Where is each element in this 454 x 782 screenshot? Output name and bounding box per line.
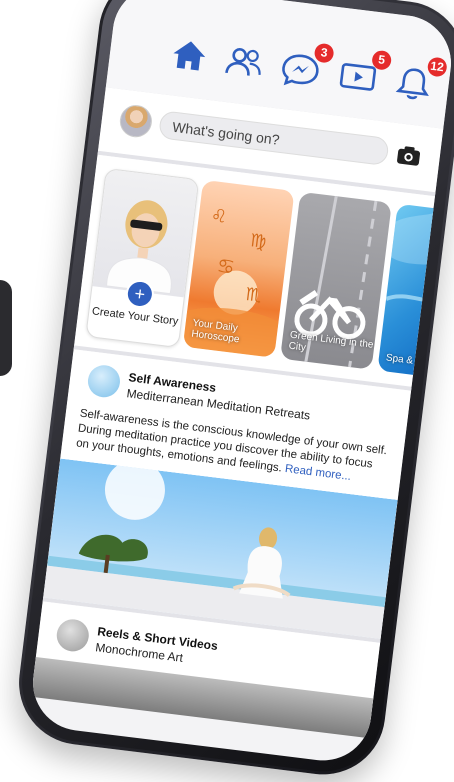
story-card-horoscope[interactable]: ♌ ♍ ♋ ♏ Your Daily Horoscope <box>182 179 295 358</box>
phone-screen: 3 5 12 What's going on? + Create Your St… <box>27 0 454 766</box>
post-self-awareness: Self Awareness Mediterranean Meditation … <box>42 349 412 643</box>
left-decor <box>0 280 12 376</box>
video-icon[interactable]: 5 <box>335 49 393 99</box>
camera-icon[interactable] <box>394 143 422 168</box>
reels-avatar[interactable] <box>54 617 91 654</box>
story-card-spa[interactable]: Spa & Treatm <box>377 203 454 380</box>
home-icon[interactable] <box>166 33 213 78</box>
status-input[interactable]: What's going on? <box>158 110 390 167</box>
svg-text:♌: ♌ <box>210 205 229 228</box>
user-avatar[interactable] <box>118 103 154 140</box>
post-body-text: Self-awareness is the conscious knowledg… <box>75 407 388 475</box>
messenger-icon[interactable]: 3 <box>277 42 335 91</box>
stage: 3 5 12 What's going on? + Create Your St… <box>0 0 454 782</box>
friends-icon[interactable] <box>222 40 269 85</box>
create-story-photo <box>92 169 199 298</box>
create-story-label: Create Your Story <box>91 305 179 328</box>
bell-icon[interactable]: 12 <box>390 56 448 105</box>
phone-device: 3 5 12 What's going on? + Create Your St… <box>11 0 454 782</box>
svg-text:♏: ♏ <box>244 284 263 307</box>
svg-text:♍: ♍ <box>249 230 268 253</box>
reels-preview[interactable] <box>30 656 374 739</box>
story-card-green-living[interactable]: Green Living in the City <box>280 191 392 370</box>
create-story-card[interactable]: + Create Your Story <box>85 167 200 349</box>
svg-text:♋: ♋ <box>215 253 236 279</box>
post-avatar[interactable] <box>86 363 122 400</box>
